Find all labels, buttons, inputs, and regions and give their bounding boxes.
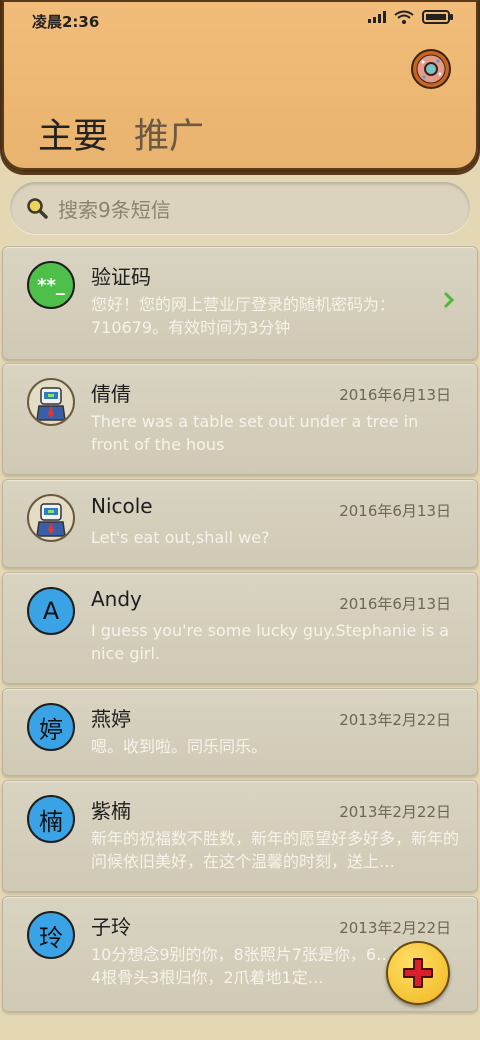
message-preview: Let's eat out,shall we? xyxy=(91,528,270,547)
message-preview: 您好！您的网上营业厅登录的随机密码为：710679。有效时间为3分钟 xyxy=(91,295,396,337)
contact-name: 验证码 xyxy=(91,265,151,289)
avatar: **_ xyxy=(27,261,75,309)
avatar: 婷 xyxy=(27,703,75,751)
contact-name: 燕婷 xyxy=(91,707,131,731)
avatar: 楠 xyxy=(27,795,75,843)
message-date: 2016年6月13日 xyxy=(339,595,451,613)
contact-name: Andy xyxy=(91,587,142,611)
tab-promotions[interactable]: 推广 xyxy=(134,108,204,159)
status-time: 凌晨2:36 xyxy=(32,13,100,31)
message-date: 2016年6月13日 xyxy=(339,386,451,404)
robot-avatar-icon xyxy=(36,503,66,537)
avatar xyxy=(27,494,75,542)
status-icons xyxy=(368,10,454,24)
message-date: 2013年2月22日 xyxy=(339,711,451,729)
contact-name: Nicole xyxy=(91,494,153,518)
message-item[interactable]: 楠 紫楠 2013年2月22日 新年的祝福数不胜数，新年的愿望好多好多，新年的问… xyxy=(2,780,478,892)
search-input[interactable]: 搜索9条短信 xyxy=(58,194,171,223)
message-item[interactable]: A Andy 2016年6月13日 I guess you're some lu… xyxy=(2,572,478,684)
message-preview: There was a table set out under a tree i… xyxy=(91,412,419,454)
app-header: 凌晨2:36 主要 推广 xyxy=(0,0,480,172)
plus-icon xyxy=(403,958,433,988)
message-item[interactable]: 婷 燕婷 2013年2月22日 嗯。收到啦。同乐同乐。 xyxy=(2,688,478,776)
avatar: 玲 xyxy=(27,911,75,959)
message-preview: 新年的祝福数不胜数，新年的愿望好多好多，新年的问候依旧美好，在这个温馨的时刻，送… xyxy=(91,829,459,871)
message-date: 2016年6月13日 xyxy=(339,502,451,520)
wifi-icon xyxy=(394,10,414,24)
message-item[interactable]: 倩倩 2016年6月13日 There was a table set out … xyxy=(2,363,478,475)
search-bar[interactable]: 搜索9条短信 xyxy=(10,182,470,234)
signal-icon xyxy=(368,11,386,23)
chevron-right-icon[interactable] xyxy=(443,291,455,309)
message-preview: I guess you're some lucky guy.Stephanie … xyxy=(91,621,450,663)
robot-avatar-icon xyxy=(36,387,66,421)
search-icon xyxy=(27,198,48,219)
contact-name: 紫楠 xyxy=(91,799,131,823)
tab-main[interactable]: 主要 xyxy=(38,108,108,159)
message-item[interactable]: Nicole 2016年6月13日 Let's eat out,shall we… xyxy=(2,479,478,568)
message-item[interactable]: **_ 验证码 您好！您的网上营业厅登录的随机密码为：710679。有效时间为3… xyxy=(2,246,478,360)
avatar xyxy=(27,378,75,426)
avatar: A xyxy=(27,587,75,635)
contact-name: 子玲 xyxy=(91,915,131,939)
battery-icon xyxy=(422,10,453,24)
message-preview: 嗯。收到啦。同乐同乐。 xyxy=(91,737,268,756)
message-date: 2013年2月22日 xyxy=(339,919,451,937)
compose-button[interactable] xyxy=(386,941,450,1005)
message-date: 2013年2月22日 xyxy=(339,803,451,821)
donut-icon[interactable] xyxy=(410,48,452,90)
contact-name: 倩倩 xyxy=(91,382,131,406)
